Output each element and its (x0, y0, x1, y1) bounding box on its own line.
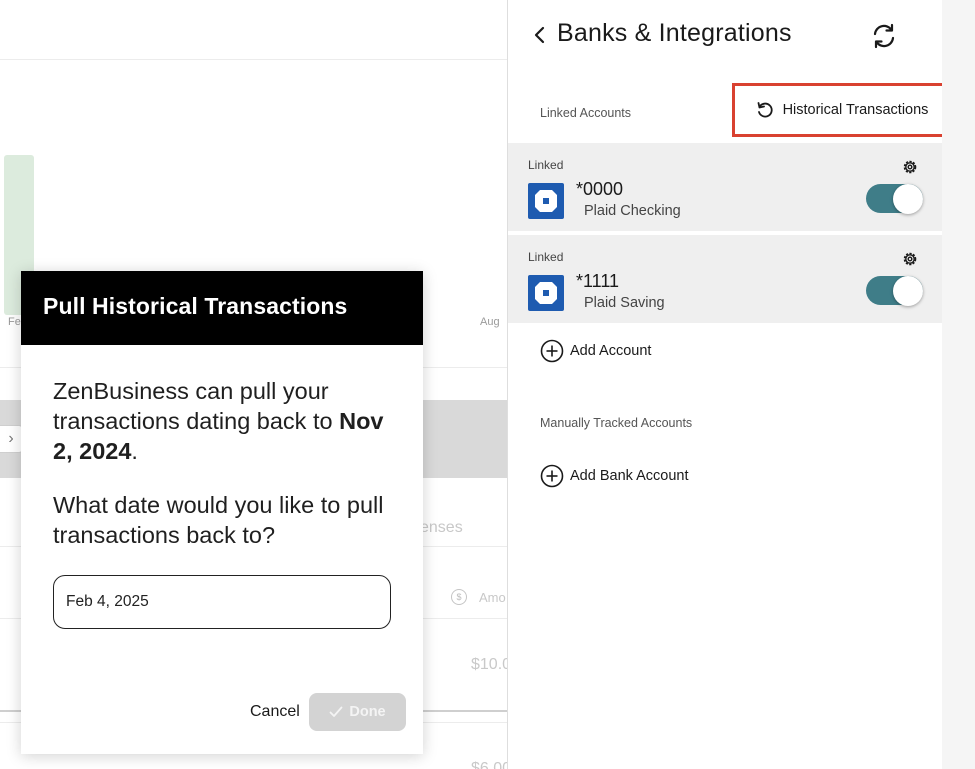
add-account-button[interactable]: Add Account (540, 339, 651, 363)
gear-icon (903, 160, 917, 174)
chevron-left-icon (534, 26, 545, 44)
chase-logo-icon (528, 275, 564, 311)
cancel-button[interactable]: Cancel (250, 703, 300, 721)
scroll-gutter (942, 0, 975, 769)
account-sync-toggle[interactable] (866, 275, 923, 306)
account-settings-button[interactable] (901, 250, 919, 268)
account-number: *0000 (576, 179, 624, 199)
account-sync-toggle[interactable] (866, 183, 923, 214)
back-button[interactable] (528, 22, 552, 48)
divider (0, 59, 507, 60)
check-icon (329, 706, 343, 717)
linked-account-card: Linked *0000 Plaid Checking (508, 143, 942, 231)
add-account-label: Add Account (570, 343, 652, 359)
manual-accounts-header: Manually Tracked Accounts (540, 416, 693, 430)
banks-panel: Banks & Integrations Linked Accounts His… (507, 0, 951, 769)
account-status: Linked (528, 158, 564, 172)
tab-label: Historical Transactions (782, 102, 929, 118)
dialog-question: What date would you like to pull transac… (53, 492, 384, 548)
chase-logo-icon (528, 183, 564, 219)
add-bank-account-label: Add Bank Account (570, 468, 689, 484)
refresh-icon (873, 23, 895, 49)
account-status: Linked (528, 250, 564, 264)
gear-icon (903, 252, 917, 266)
toggle-knob (893, 183, 923, 214)
axis-label: Fe (8, 316, 21, 328)
date-input[interactable] (53, 575, 391, 629)
axis-label: Aug (480, 316, 500, 328)
toggle-knob (893, 275, 923, 306)
pull-history-dialog: Pull Historical Transactions ZenBusiness… (21, 271, 423, 754)
plus-circle-icon (540, 339, 564, 363)
linked-account-card: Linked *1111 Plaid Saving (508, 235, 942, 323)
tab-expenses[interactable]: enses (420, 519, 463, 537)
refresh-button[interactable] (870, 22, 898, 50)
account-number: *1111 (576, 271, 620, 291)
coins-icon: $ (451, 589, 467, 605)
dialog-header: Pull Historical Transactions (21, 271, 423, 345)
dialog-message: ZenBusiness can pull your transactions d… (53, 376, 403, 466)
chevron-right-icon: › (8, 430, 14, 447)
message-punct: . (131, 438, 138, 464)
amount-cell: $10.0 (471, 656, 507, 673)
account-name: Plaid Saving (584, 295, 665, 311)
add-bank-account-button[interactable]: Add Bank Account (540, 464, 689, 488)
page-title: Banks & Integrations (557, 19, 792, 47)
pager-button[interactable]: › (0, 425, 23, 453)
column-header-amount: Amo (479, 590, 506, 605)
message-text: ZenBusiness can pull your transactions d… (53, 378, 340, 434)
tab-historical-transactions[interactable]: Historical Transactions (732, 83, 951, 137)
account-name: Plaid Checking (584, 203, 681, 219)
account-settings-button[interactable] (901, 158, 919, 176)
history-icon (757, 102, 773, 118)
done-label: Done (349, 704, 386, 720)
tab-linked-accounts[interactable]: Linked Accounts (540, 106, 631, 120)
plus-circle-icon (540, 464, 564, 488)
amount-cell: $6,000 (471, 760, 507, 769)
dialog-title: Pull Historical Transactions (43, 293, 348, 319)
done-button[interactable]: Done (309, 693, 406, 731)
